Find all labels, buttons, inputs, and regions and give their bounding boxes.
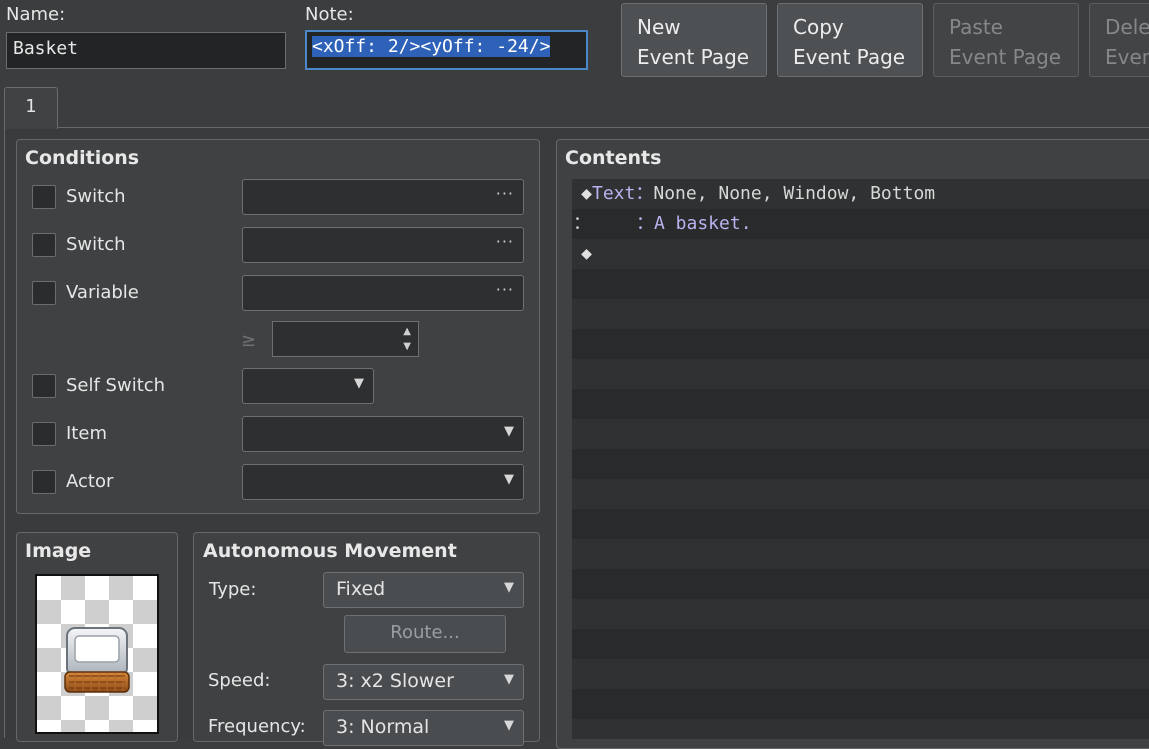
tab-divider — [58, 127, 1149, 128]
image-title: Image — [25, 540, 92, 562]
empty-row — [572, 269, 1149, 299]
actor-checkbox[interactable] — [32, 470, 56, 494]
command-separator: ： — [635, 183, 654, 204]
new-event-page-button[interactable]: New Event Page — [621, 3, 767, 77]
contents-title: Contents — [565, 147, 662, 169]
variable-value-spinner[interactable]: ▲ ▼ — [272, 321, 419, 357]
item-checkbox[interactable] — [32, 422, 56, 446]
frequency-label: Frequency: — [208, 716, 306, 737]
command-diamond-icon: ◆ — [581, 243, 592, 264]
switch2-label: Switch — [66, 234, 126, 255]
chevron-down-icon: ▼ — [504, 580, 514, 595]
command-separator: ： — [636, 213, 654, 234]
empty-row — [572, 389, 1149, 419]
note-label: Note: — [305, 4, 354, 25]
command-args: A basket. — [654, 213, 752, 234]
spin-up-icon[interactable]: ▲ — [403, 326, 411, 337]
basket-icon — [64, 627, 130, 693]
ellipsis-icon: ··· — [495, 184, 514, 203]
empty-row — [572, 689, 1149, 719]
item-label: Item — [66, 423, 107, 444]
command-diamond-icon: ◆ — [581, 183, 592, 204]
switch2-picker[interactable]: ··· — [242, 227, 524, 263]
empty-row — [572, 419, 1149, 449]
event-image-preview[interactable] — [35, 574, 159, 734]
conditions-title: Conditions — [25, 147, 140, 169]
variable-label: Variable — [66, 282, 139, 303]
empty-row — [572, 449, 1149, 479]
note-selected-text: <xOff: 2/><yOff: -24/> — [312, 36, 551, 57]
variable-checkbox[interactable] — [32, 281, 56, 305]
ellipsis-icon: ··· — [495, 232, 514, 251]
note-input[interactable]: <xOff: 2/><yOff: -24/> — [305, 30, 588, 70]
actor-select[interactable]: ▼ — [242, 464, 524, 500]
command-args: None, None, Window, Bottom — [653, 183, 936, 204]
gte-symbol: ≥ — [241, 330, 257, 351]
empty-row — [572, 359, 1149, 389]
name-label: Name: — [6, 4, 66, 25]
command-row[interactable]: ◆ — [572, 239, 1149, 269]
empty-row — [572, 599, 1149, 629]
spin-down-icon[interactable]: ▼ — [403, 341, 411, 352]
switch1-picker[interactable]: ··· — [242, 179, 524, 215]
switch1-checkbox[interactable] — [32, 185, 56, 209]
tab-page-1[interactable]: 1 — [4, 87, 58, 129]
chevron-down-icon: ▼ — [504, 718, 514, 733]
switch1-label: Switch — [66, 186, 126, 207]
movement-frequency-select[interactable]: 3: Normal ▼ — [323, 710, 524, 746]
empty-row — [572, 539, 1149, 569]
item-select[interactable]: ▼ — [242, 416, 524, 452]
empty-row — [572, 509, 1149, 539]
continuation-marker: ： — [573, 213, 591, 234]
self-switch-select[interactable]: ▼ — [242, 368, 374, 404]
chevron-down-icon: ▼ — [504, 672, 514, 687]
ellipsis-icon: ··· — [495, 280, 514, 299]
chevron-down-icon: ▼ — [354, 376, 364, 391]
actor-label: Actor — [66, 471, 114, 492]
movement-speed-value: 3: x2 Slower — [336, 670, 454, 692]
movement-frequency-value: 3: Normal — [336, 716, 430, 738]
command-row[interactable]: ◆Text：None, None, Window, Bottom — [572, 179, 1149, 209]
movement-type-select[interactable]: Fixed ▼ — [323, 572, 524, 608]
chevron-down-icon: ▼ — [504, 472, 514, 487]
movement-speed-select[interactable]: 3: x2 Slower ▼ — [323, 664, 524, 700]
event-command-list[interactable]: ◆Text：None, None, Window, Bottom ：：A bas… — [572, 179, 1149, 739]
paste-event-page-button[interactable]: Paste Event Page — [933, 3, 1079, 77]
switch2-checkbox[interactable] — [32, 233, 56, 257]
empty-row — [572, 719, 1149, 739]
empty-row — [572, 629, 1149, 659]
empty-row — [572, 299, 1149, 329]
route-button[interactable]: Route... — [344, 615, 506, 653]
chevron-down-icon: ▼ — [504, 424, 514, 439]
empty-row — [572, 479, 1149, 509]
speed-label: Speed: — [208, 670, 271, 691]
type-label: Type: — [209, 579, 257, 600]
delete-event-page-button[interactable]: Delete Event Page — [1089, 3, 1149, 77]
empty-row — [572, 329, 1149, 359]
command-name: Text — [592, 183, 636, 204]
command-row[interactable]: ：：A basket. — [572, 209, 1149, 239]
movement-type-value: Fixed — [336, 578, 386, 600]
empty-row — [572, 569, 1149, 599]
autonomous-movement-title: Autonomous Movement — [203, 540, 457, 562]
name-input[interactable]: Basket — [6, 32, 286, 69]
variable-picker[interactable]: ··· — [242, 275, 524, 311]
empty-row — [572, 659, 1149, 689]
self-switch-checkbox[interactable] — [32, 374, 56, 398]
self-switch-label: Self Switch — [66, 375, 166, 396]
copy-event-page-button[interactable]: Copy Event Page — [777, 3, 923, 77]
